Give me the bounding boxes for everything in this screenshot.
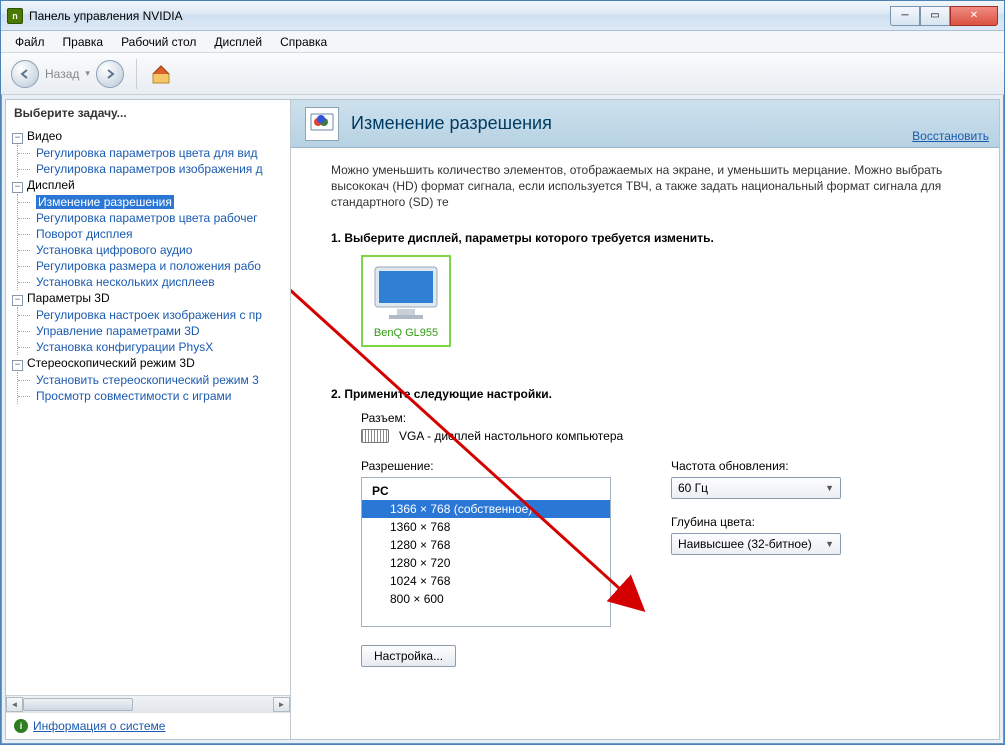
menu-edit[interactable]: Правка [55,33,112,51]
toolbar: Назад ▾ [1,53,1004,95]
tree-item[interactable]: Регулировка параметров цвета рабочег [18,210,288,226]
tree-category-3d[interactable]: −Параметры 3D [8,290,288,307]
home-icon [150,63,172,85]
collapse-icon[interactable]: − [12,360,23,371]
close-button[interactable]: ✕ [950,6,998,26]
scroll-left-button[interactable]: ◄ [6,697,23,712]
titlebar: n Панель управления NVIDIA ─ ▭ ✕ [1,1,1004,31]
tree-category-video[interactable]: −Видео [8,128,288,145]
chevron-down-icon: ▼ [825,483,834,493]
connector-label: Разъем: [361,411,979,425]
menu-help[interactable]: Справка [272,33,335,51]
menu-desktop[interactable]: Рабочий стол [113,33,204,51]
connector-row: VGA - дисплей настольного компьютера [361,429,979,443]
arrow-left-icon [19,68,31,80]
collapse-icon[interactable]: − [12,295,23,306]
tree-item[interactable]: Регулировка размера и положения рабо [18,258,288,274]
sidebar-header: Выберите задачу... [6,100,290,124]
monitor-name: BenQ GL955 [369,327,443,339]
resolution-listbox[interactable]: PC 1366 × 768 (собственное) 1360 × 768 1… [361,477,611,627]
maximize-button[interactable]: ▭ [920,6,950,26]
home-button[interactable] [149,62,173,86]
monitor-selector[interactable]: BenQ GL955 [361,255,451,347]
chevron-down-icon: ▼ [825,539,834,549]
tree-item[interactable]: Установка нескольких дисплеев [18,274,288,290]
info-icon: i [14,719,28,733]
monitor-icon [308,110,336,138]
color-depth-dropdown[interactable]: Наивысшее (32-битное) ▼ [671,533,841,555]
configure-button[interactable]: Настройка... [361,645,456,667]
toolbar-separator [136,59,137,89]
nvidia-control-panel-window: n Панель управления NVIDIA ─ ▭ ✕ Файл Пр… [0,0,1005,745]
back-label: Назад [45,67,79,81]
back-button[interactable] [11,60,39,88]
tree-category-display[interactable]: −Дисплей [8,177,288,194]
color-depth-label: Глубина цвета: [671,515,841,529]
tree-item-change-resolution[interactable]: Изменение разрешения [18,194,288,210]
arrow-right-icon [104,68,116,80]
page-header: Изменение разрешения Восстановить [291,100,999,148]
page-title: Изменение разрешения [351,113,552,134]
forward-button[interactable] [96,60,124,88]
menubar: Файл Правка Рабочий стол Дисплей Справка [1,31,1004,53]
tree-item[interactable]: Установка цифрового аудио [18,242,288,258]
tree-item[interactable]: Управление параметрами 3D [18,323,288,339]
dropdown-icon[interactable]: ▾ [85,68,90,79]
resolution-column: Разрешение: PC 1366 × 768 (собственное) … [361,451,611,667]
collapse-icon[interactable]: − [12,182,23,193]
collapse-icon[interactable]: − [12,133,23,144]
resolution-label: Разрешение: [361,459,611,473]
step2-title: 2. Примените следующие настройки. [331,387,979,401]
resolution-option[interactable]: 1360 × 768 [362,518,610,536]
vga-port-icon [361,429,389,443]
task-sidebar: Выберите задачу... −Видео Регулировка па… [6,100,291,739]
tree-item[interactable]: Установка конфигурации PhysX [18,339,288,355]
system-info-link[interactable]: Информация о системе [33,719,165,733]
tree-item[interactable]: Регулировка параметров цвета для вид [18,145,288,161]
menu-display[interactable]: Дисплей [206,33,270,51]
page-description: Можно уменьшить количество элементов, от… [331,162,979,211]
main-panel: Изменение разрешения Восстановить Можно … [291,100,999,739]
task-tree[interactable]: −Видео Регулировка параметров цвета для … [6,124,290,695]
tree-item[interactable]: Поворот дисплея [18,226,288,242]
resolution-option[interactable]: 800 × 600 [362,590,610,608]
nvidia-icon: n [7,8,23,24]
window-title: Панель управления NVIDIA [29,9,890,23]
page-header-icon [305,107,339,141]
tree-item[interactable]: Регулировка параметров изображения д [18,161,288,177]
restore-link[interactable]: Восстановить [912,129,989,143]
refresh-label: Частота обновления: [671,459,841,473]
refresh-rate-dropdown[interactable]: 60 Гц ▼ [671,477,841,499]
resolution-option[interactable]: 1280 × 768 [362,536,610,554]
refresh-rate-value: 60 Гц [678,481,708,495]
resolution-option[interactable]: 1280 × 720 [362,554,610,572]
tree-item[interactable]: Регулировка настроек изображения с пр [18,307,288,323]
resolution-option[interactable]: 1024 × 768 [362,572,610,590]
color-depth-value: Наивысшее (32-битное) [678,537,812,551]
scroll-thumb[interactable] [23,698,133,711]
page-body: Можно уменьшить количество элементов, от… [291,148,999,739]
content-area: Выберите задачу... −Видео Регулировка па… [5,99,1000,740]
monitor-thumbnail-icon [369,263,443,323]
scroll-right-button[interactable]: ► [273,697,290,712]
resolution-option[interactable]: 1366 × 768 (собственное) [362,500,610,518]
sidebar-footer: i Информация о системе [6,712,290,739]
minimize-button[interactable]: ─ [890,6,920,26]
step1-title: 1. Выберите дисплей, параметры которого … [331,231,979,245]
tree-item[interactable]: Просмотр совместимости с играми [18,388,288,404]
right-column: Частота обновления: 60 Гц ▼ Глубина цвет… [671,451,841,571]
tree-item[interactable]: Установить стереоскопический режим 3 [18,372,288,388]
sidebar-h-scrollbar[interactable]: ◄ ► [6,695,290,712]
scroll-track[interactable] [23,697,273,712]
tree-category-stereo3d[interactable]: −Стереоскопический режим 3D [8,355,288,372]
window-buttons: ─ ▭ ✕ [890,6,998,26]
menu-file[interactable]: Файл [7,33,53,51]
connector-value: VGA - дисплей настольного компьютера [399,429,623,443]
resolution-group-pc: PC [362,482,610,500]
